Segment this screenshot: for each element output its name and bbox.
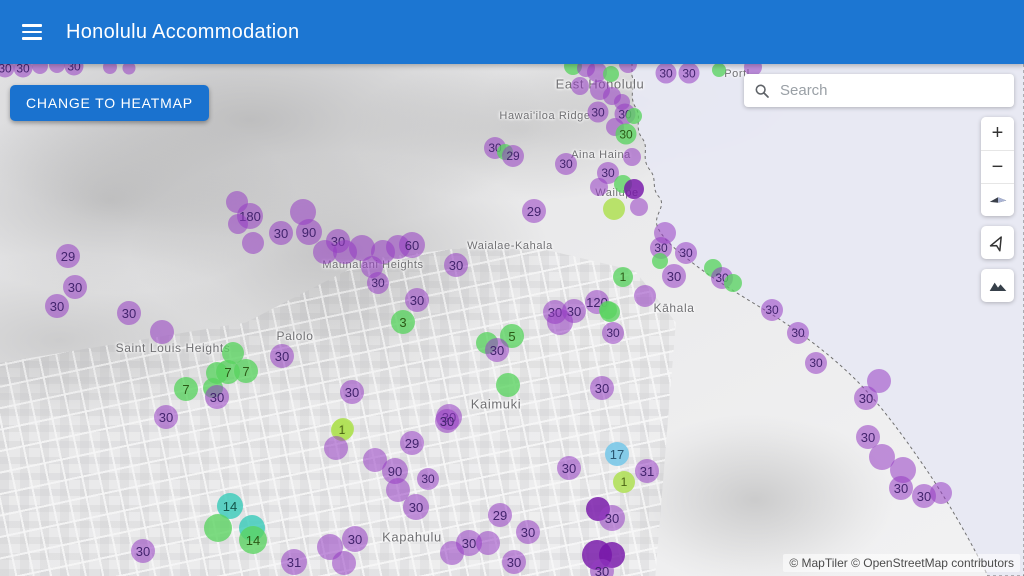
- map-marker[interactable]: 30: [342, 526, 368, 552]
- app-bar: Honolulu Accommodation: [0, 0, 1024, 64]
- map-marker[interactable]: 7: [234, 359, 258, 383]
- map-marker[interactable]: 30: [675, 242, 697, 264]
- map-marker[interactable]: 30: [679, 63, 700, 84]
- map-marker[interactable]: 30: [854, 386, 878, 410]
- map-marker[interactable]: 30: [485, 338, 509, 362]
- map-marker[interactable]: 30: [63, 275, 87, 299]
- map-marker[interactable]: 30: [45, 294, 69, 318]
- map-marker[interactable]: 30: [403, 494, 429, 520]
- zoom-control-group: + −: [981, 117, 1014, 216]
- map-marker[interactable]: 30: [340, 380, 364, 404]
- map-marker[interactable]: [603, 198, 625, 220]
- map-marker[interactable]: 30: [805, 352, 827, 374]
- map-marker[interactable]: 31: [281, 549, 307, 575]
- geolocate-icon: [989, 234, 1007, 252]
- map-marker[interactable]: 30: [590, 376, 614, 400]
- map-marker[interactable]: 29: [522, 199, 546, 223]
- compass-button[interactable]: [981, 183, 1014, 216]
- zoom-out-button[interactable]: −: [981, 150, 1014, 183]
- map-marker[interactable]: [204, 514, 232, 542]
- map-marker[interactable]: 30: [154, 405, 178, 429]
- app-window: East HonoluluHawai'iloa RidgeAina HainaW…: [0, 0, 1024, 576]
- map-marker[interactable]: 30: [417, 468, 439, 490]
- map-marker[interactable]: 30: [599, 505, 625, 531]
- terrain-icon: [988, 276, 1008, 296]
- map-marker[interactable]: 29: [400, 431, 424, 455]
- map-marker[interactable]: [332, 551, 356, 575]
- menu-button[interactable]: [12, 12, 52, 52]
- map-marker[interactable]: 29: [56, 244, 80, 268]
- change-to-heatmap-button[interactable]: CHANGE TO HEATMAP: [10, 85, 209, 121]
- map-marker[interactable]: 30: [590, 559, 614, 576]
- map-marker[interactable]: [712, 63, 726, 77]
- map-marker[interactable]: [623, 148, 641, 166]
- map-marker[interactable]: 30: [616, 124, 637, 145]
- page-title: Honolulu Accommodation: [66, 21, 299, 44]
- map-marker[interactable]: [724, 274, 742, 292]
- compass-icon: [987, 189, 1009, 211]
- map-marker[interactable]: [603, 66, 619, 82]
- map-marker[interactable]: 30: [270, 344, 294, 368]
- map-marker[interactable]: [571, 77, 589, 95]
- map-marker[interactable]: [440, 541, 464, 565]
- zoom-in-button[interactable]: +: [981, 117, 1014, 150]
- map-marker[interactable]: 30: [787, 322, 809, 344]
- map-marker[interactable]: 30: [602, 322, 624, 344]
- map-marker[interactable]: 30: [656, 63, 677, 84]
- map-marker[interactable]: 30: [117, 301, 141, 325]
- hamburger-icon: [22, 24, 42, 27]
- map-marker[interactable]: 14: [239, 526, 267, 554]
- map-marker[interactable]: 30: [761, 299, 783, 321]
- map-marker[interactable]: [624, 179, 644, 199]
- map-marker[interactable]: 30: [557, 456, 581, 480]
- map-marker[interactable]: [599, 301, 617, 319]
- map-marker[interactable]: 30: [889, 476, 913, 500]
- map-marker[interactable]: 30: [502, 550, 526, 574]
- map-marker[interactable]: [630, 198, 648, 216]
- map-marker[interactable]: 30: [588, 102, 609, 123]
- map-marker[interactable]: [547, 309, 573, 335]
- map-marker[interactable]: 29: [488, 503, 512, 527]
- terrain-button[interactable]: [981, 269, 1014, 302]
- map-marker[interactable]: 30: [516, 520, 540, 544]
- map-marker[interactable]: 30: [269, 221, 293, 245]
- map-marker[interactable]: [150, 320, 174, 344]
- map-marker[interactable]: 30: [444, 253, 468, 277]
- map-marker[interactable]: [634, 285, 656, 307]
- map-marker[interactable]: 30: [555, 153, 577, 175]
- map-marker[interactable]: 30: [367, 272, 389, 294]
- map-marker[interactable]: [242, 232, 264, 254]
- map-marker[interactable]: 30: [662, 264, 686, 288]
- map-marker[interactable]: 30: [131, 539, 155, 563]
- map-marker[interactable]: [930, 482, 952, 504]
- map-marker[interactable]: 7: [174, 377, 198, 401]
- map-marker[interactable]: [324, 436, 348, 460]
- map-marker[interactable]: [228, 214, 248, 234]
- map-marker[interactable]: 31: [635, 459, 659, 483]
- map-marker[interactable]: [496, 373, 520, 397]
- map-marker[interactable]: 60: [399, 232, 425, 258]
- map-marker[interactable]: 1: [613, 471, 635, 493]
- map-marker[interactable]: 30: [435, 409, 459, 433]
- map-marker[interactable]: [590, 178, 608, 196]
- map-attribution: © MapTiler © OpenStreetMap contributors: [783, 554, 1020, 572]
- search-box[interactable]: [744, 74, 1014, 107]
- map-marker[interactable]: 1: [613, 267, 633, 287]
- map-marker[interactable]: 17: [605, 442, 629, 466]
- map-marker[interactable]: [476, 531, 500, 555]
- search-input[interactable]: [778, 81, 1004, 100]
- map-marker[interactable]: [626, 108, 642, 124]
- map-marker[interactable]: 3: [391, 310, 415, 334]
- geolocate-button[interactable]: [981, 226, 1014, 259]
- map-marker[interactable]: 30: [405, 288, 429, 312]
- search-icon: [754, 83, 770, 99]
- map-marker[interactable]: 29: [502, 145, 524, 167]
- map-marker[interactable]: 30: [205, 385, 229, 409]
